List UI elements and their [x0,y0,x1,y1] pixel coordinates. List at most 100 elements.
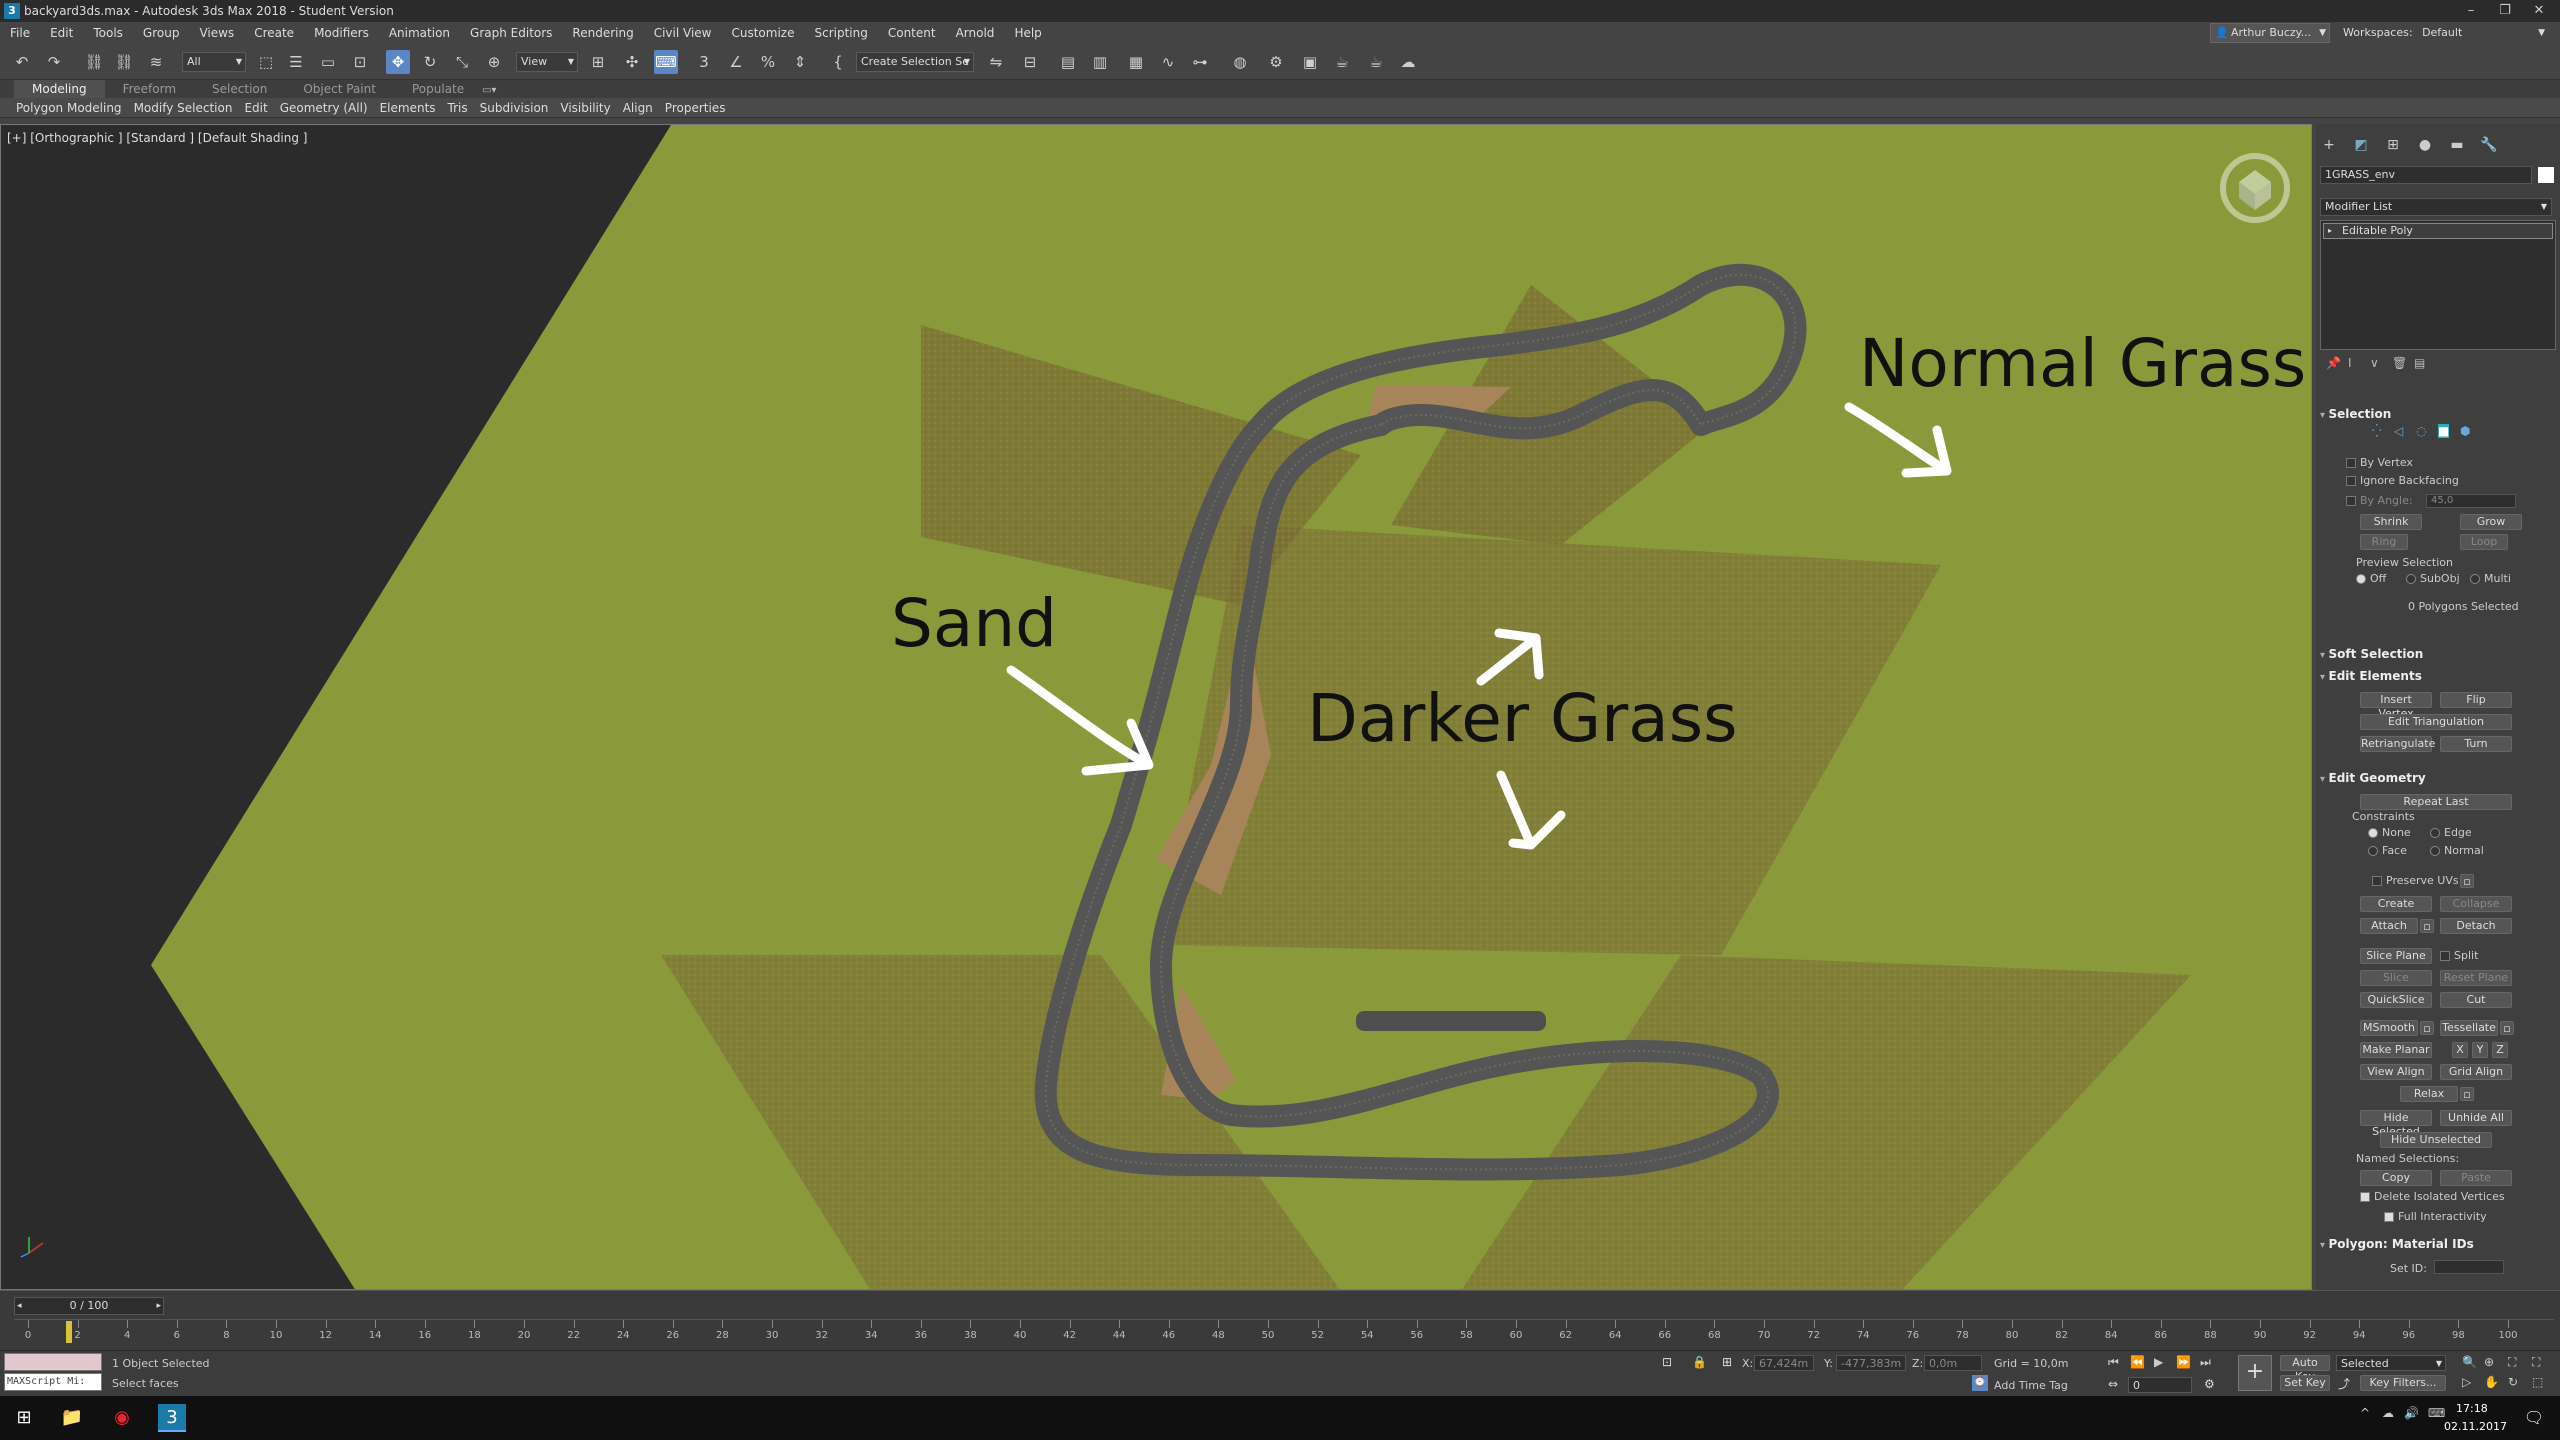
constraint-none-radio[interactable] [2368,828,2378,838]
msmooth-settings-icon[interactable]: ▫ [2420,1021,2434,1035]
split-checkbox[interactable] [2440,951,2450,961]
restore-icon[interactable]: ❐ [2488,0,2522,22]
tessellate-button[interactable]: Tessellate [2440,1020,2498,1036]
menu-views[interactable]: Views [189,22,244,44]
preview-subobj-radio[interactable] [2406,574,2416,584]
close-icon[interactable]: ✕ [2522,0,2556,22]
ribbon-modify-selection[interactable]: Modify Selection [128,98,239,118]
maxscript-mini-listener[interactable]: MAXScript Mi: [4,1373,102,1391]
language-icon[interactable]: ⌨ [2428,1406,2445,1420]
absolute-mode-icon[interactable]: ⊞ [1722,1355,1732,1369]
menu-create[interactable]: Create [244,22,304,44]
tab-selection[interactable]: Selection [194,80,285,98]
configure-sets-icon[interactable]: ▤ [2414,356,2425,370]
grow-button[interactable]: Grow [2460,514,2522,530]
ring-button[interactable]: Ring [2360,534,2408,550]
by-angle-checkbox[interactable] [2346,496,2356,506]
start-menu-icon[interactable]: ⊞ [10,1404,38,1432]
viewport-label[interactable]: [+] [Orthographic ] [Standard ] [Default… [7,131,308,145]
selection-lock-icon[interactable]: 🔒 [1692,1355,1707,1369]
redo-icon[interactable]: ↷ [42,50,66,74]
z-coord-field[interactable]: 0,0m [1924,1355,1982,1371]
go-to-start-icon[interactable]: ⏮ [2108,1355,2119,1370]
slice-plane-button[interactable]: Slice Plane [2360,948,2432,964]
add-time-tag-label[interactable]: Add Time Tag [1994,1379,2068,1393]
detach-button[interactable]: Detach [2440,918,2512,934]
retriangulate-button[interactable]: Retriangulate [2360,736,2435,752]
ribbon-subdivision[interactable]: Subdivision [474,98,555,118]
hierarchy-tab-icon[interactable]: ⊞ [2382,134,2404,156]
copy-button[interactable]: Copy [2360,1170,2432,1186]
soft-selection-rollout-title[interactable]: Soft Selection [2320,646,2556,662]
quickslice-button[interactable]: QuickSlice [2360,992,2432,1008]
attach-button[interactable]: Attach [2360,918,2418,934]
set-key-button[interactable]: Set Key [2280,1375,2330,1391]
rotate-icon[interactable]: ↻ [418,50,442,74]
vivaldi-browser-icon[interactable]: ◉ [108,1404,136,1432]
unhide-all-button[interactable]: Unhide All [2440,1110,2512,1126]
border-icon[interactable]: ◌ [2416,424,2426,438]
edit-geometry-rollout-title[interactable]: Edit Geometry [2320,770,2556,786]
unlink-icon[interactable]: ⛓ [112,50,136,74]
scene-explorer-icon[interactable]: ▤ [1056,50,1080,74]
link-icon[interactable]: ⛓ [82,50,106,74]
modify-tab-icon[interactable]: ◩ [2350,134,2372,156]
y-coord-field[interactable]: -477,383m [1836,1355,1906,1371]
make-planar-button[interactable]: Make Planar [2360,1042,2432,1058]
ribbon-align[interactable]: Align [617,98,659,118]
maxscript-listener-pink[interactable] [4,1353,102,1371]
object-color-swatch[interactable] [2538,167,2554,183]
preserve-uvs-settings-icon[interactable]: ▫ [2460,874,2474,888]
scale-icon[interactable]: ⤡ [450,50,474,74]
ribbon-visibility[interactable]: Visibility [554,98,616,118]
attach-list-icon[interactable]: ▫ [2420,919,2434,933]
menu-arnold[interactable]: Arnold [946,22,1005,44]
reference-coordinate-dropdown[interactable]: View ▼ [516,52,578,72]
msmooth-button[interactable]: MSmooth [2360,1020,2418,1036]
tray-chevron-icon[interactable]: ^ [2360,1406,2370,1420]
loop-button[interactable]: Loop [2460,534,2508,550]
undo-icon[interactable]: ↶ [10,50,34,74]
key-filters-button[interactable]: Key Filters... [2360,1375,2446,1391]
schematic-view-icon[interactable]: ⊶ [1188,50,1212,74]
show-end-result-icon[interactable]: Ⅰ [2348,356,2352,370]
play-icon[interactable]: ▶ [2154,1355,2163,1369]
modifier-list-dropdown[interactable]: Modifier List ▼ [2320,198,2552,216]
preview-multi-radio[interactable] [2470,574,2480,584]
timeline-ruler[interactable]: 0 2 4 6 8 10 12 14 16 18 20 22 24 26 28 30 32 34 36 38 40 42 4… [14,1319,2554,1345]
menu-graph-editors[interactable]: Graph Editors [460,22,562,44]
paste-button[interactable]: Paste [2440,1170,2512,1186]
vertex-icon[interactable]: ⁛ [2372,424,2382,438]
collapse-button[interactable]: Collapse [2440,896,2512,912]
element-icon[interactable]: ⬢ [2460,424,2470,438]
ribbon-geometry-all[interactable]: Geometry (All) [274,98,374,118]
constraint-normal-radio[interactable] [2430,846,2440,856]
key-set-dropdown[interactable]: Selected ▼ [2336,1355,2446,1371]
menu-group[interactable]: Group [133,22,190,44]
preserve-uvs-checkbox[interactable] [2372,876,2382,886]
workspaces-selector[interactable]: Workspaces: Default ▼ [2343,23,2548,43]
by-vertex-checkbox[interactable] [2346,458,2356,468]
x-coord-field[interactable]: 67,424m [1754,1355,1814,1371]
go-to-end-icon[interactable]: ⏭ [2200,1355,2211,1370]
percent-snap-icon[interactable]: % [756,50,780,74]
create-button[interactable]: Create [2360,896,2432,912]
slice-button[interactable]: Slice [2360,970,2432,986]
rect-selection-icon[interactable]: ▭ [316,50,340,74]
menu-modifiers[interactable]: Modifiers [304,22,379,44]
cut-button[interactable]: Cut [2440,992,2512,1008]
tab-object-paint[interactable]: Object Paint [285,80,394,98]
key-mode-toggle-icon[interactable]: ⇔ [2108,1377,2118,1391]
relax-button[interactable]: Relax [2400,1086,2458,1102]
grid-align-button[interactable]: Grid Align [2440,1064,2512,1080]
toggle-ribbon-icon[interactable]: ▦ [1124,50,1148,74]
next-frame-icon[interactable]: ⏩ [2176,1355,2191,1369]
edit-triangulation-button[interactable]: Edit Triangulation [2360,714,2512,730]
edit-named-selection-icon[interactable]: { [826,50,850,74]
expand-icon[interactable]: ▸ [2328,224,2332,238]
constraint-face-radio[interactable] [2368,846,2378,856]
reset-plane-button[interactable]: Reset Plane [2440,970,2512,986]
tab-modeling[interactable]: Modeling [14,80,105,98]
ribbon-properties[interactable]: Properties [659,98,732,118]
menu-rendering[interactable]: Rendering [562,22,643,44]
